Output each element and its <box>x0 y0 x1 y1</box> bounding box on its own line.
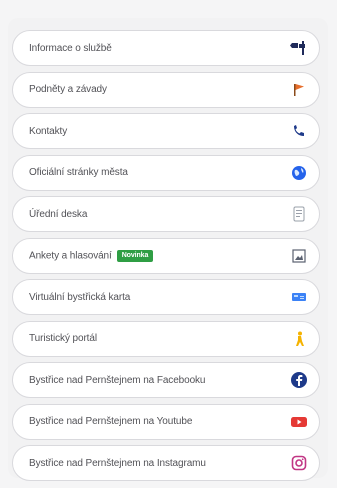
menu-item-label: Ankety a hlasování Novinka <box>29 249 287 262</box>
flag-icon <box>287 78 311 102</box>
globe-icon <box>287 161 311 185</box>
menu-item-facebook[interactable]: Bystřice nad Pernštejnem na Facebooku <box>12 362 320 398</box>
menu-item-informace[interactable]: Informace o službě <box>12 30 320 66</box>
menu-item-label: Informace o službě <box>29 42 112 54</box>
menu-item-label: Bystřice nad Pernštejnem na Instagramu <box>29 457 206 469</box>
menu-item-label: Virtuální bystřická karta <box>29 291 131 303</box>
menu-item-turisticky-portal[interactable]: Turistický portál <box>12 320 320 357</box>
menu-item-virtualni-karta[interactable]: Virtuální bystřická karta <box>12 279 320 315</box>
facebook-icon <box>287 368 311 392</box>
menu-item-ankety[interactable]: Ankety a hlasování Novinka <box>12 237 320 274</box>
menu-item-label: Kontakty <box>29 125 68 137</box>
menu-item-kontakty[interactable]: Kontakty <box>12 113 320 149</box>
menu-item-youtube[interactable]: Bystřice nad Pernštejnem na Youtube <box>12 403 320 440</box>
menu-item-label: Podněty a závady <box>29 84 107 95</box>
menu-item-label: Bystřice nad Pernštejnem na Youtube <box>29 416 193 427</box>
instagram-icon <box>287 451 311 475</box>
menu-item-label: Bystřice nad Pernštejnem na Facebooku <box>29 374 206 386</box>
youtube-icon <box>287 410 311 434</box>
card-icon <box>287 285 311 309</box>
hiker-icon <box>287 327 311 351</box>
new-badge: Novinka <box>116 249 154 262</box>
menu-item-podnety[interactable]: Podněty a závady <box>12 71 320 108</box>
menu-item-label: Oficiální stránky města <box>29 167 128 178</box>
menu-item-instagram[interactable]: Bystřice nad Pernštejnem na Instagramu <box>12 445 320 481</box>
image-icon <box>287 244 311 268</box>
menu-item-label: Turistický portál <box>29 333 97 344</box>
menu-item-uredni-deska[interactable]: Úřední deska <box>12 196 320 232</box>
menu-item-label: Úřední deska <box>29 208 88 220</box>
menu-item-oficialni-stranky[interactable]: Oficiální stránky města <box>12 154 320 191</box>
phone-icon <box>287 119 311 143</box>
road-sign-icon <box>287 36 311 60</box>
document-icon <box>287 202 311 226</box>
menu-list: Informace o službě Podněty a závady Kont… <box>12 30 320 487</box>
